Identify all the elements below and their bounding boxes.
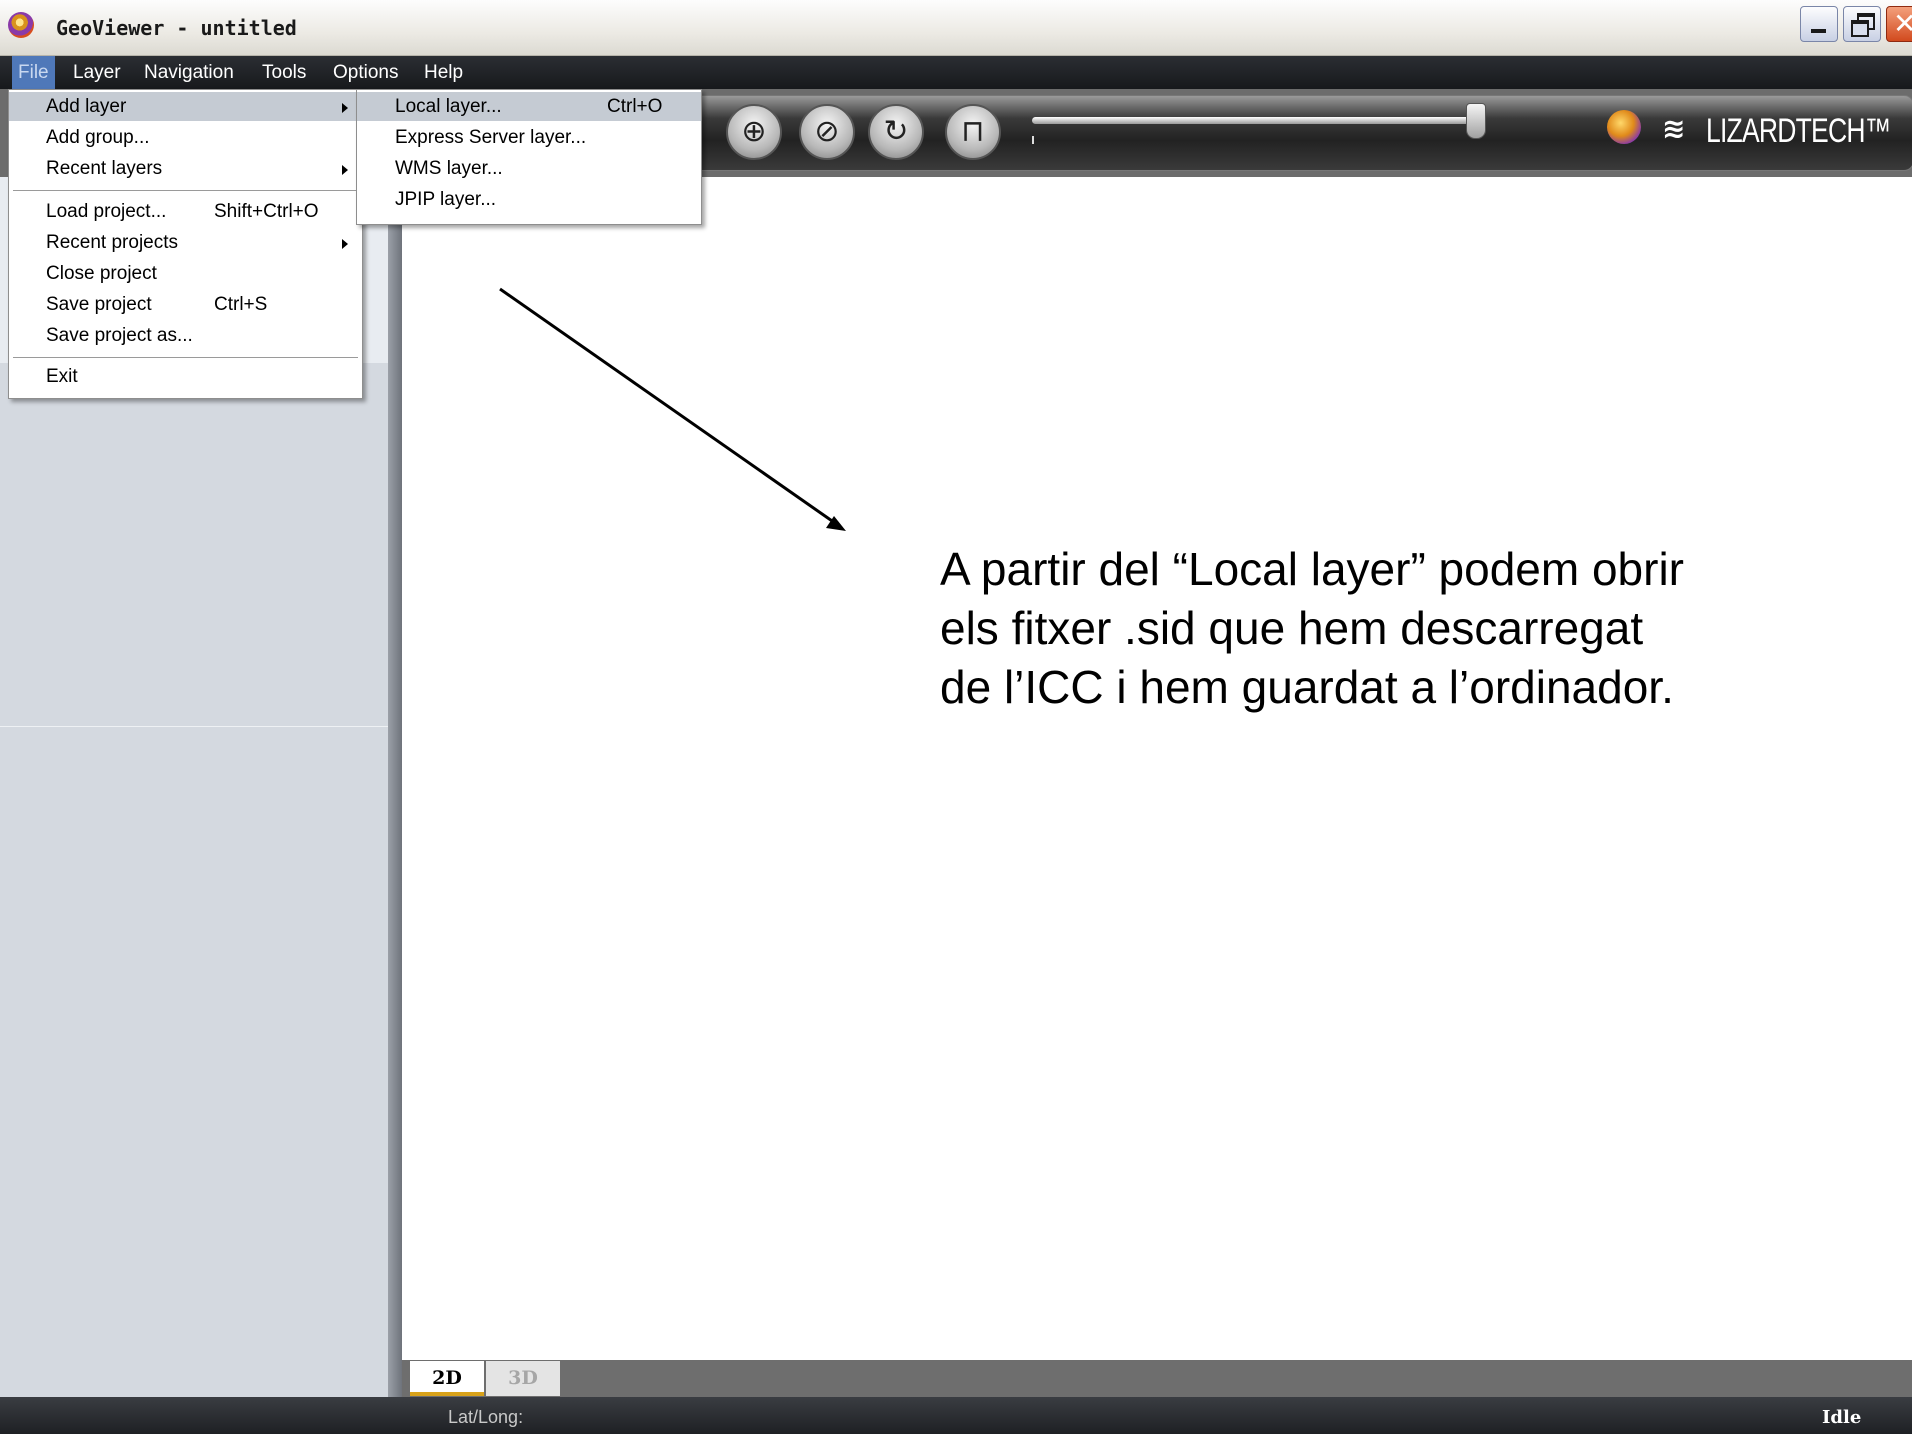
annotation-line: de l’ICC i hem guardat a l’ordinador. (940, 661, 1674, 713)
menu-item-label: Exit (46, 366, 78, 387)
annotation-text: A partir del “Local layer” podem obrir e… (940, 540, 1840, 717)
menu-item-label: Add group... (46, 127, 150, 148)
menu-item-shortcut: Ctrl+S (214, 294, 268, 315)
latlong-readout: Lat/Long: (448, 1407, 524, 1427)
menu-item-recent-projects[interactable]: Recent projects (9, 228, 362, 257)
menu-item-shortcut: Shift+Ctrl+O (214, 201, 319, 222)
annotation-line: A partir del “Local layer” podem obrir (940, 543, 1684, 595)
menu-item-add-group[interactable]: Add group... (9, 123, 362, 152)
menu-separator (13, 190, 358, 191)
menu-separator (13, 357, 358, 358)
menu-item-save-project-as[interactable]: Save project as... (9, 321, 362, 350)
file-menu: Add layer Add group... Recent layers Loa… (8, 89, 363, 399)
status-text: Idle (1822, 1407, 1862, 1428)
menu-item-shortcut: Ctrl+O (607, 96, 663, 117)
submenu-item-local-layer[interactable]: Local layer... Ctrl+O (357, 92, 701, 121)
menu-item-label: JPIP layer... (395, 189, 497, 210)
menu-item-save-project[interactable]: Save project Ctrl+S (9, 290, 362, 319)
menu-item-label: Local layer... (395, 96, 502, 117)
menu-item-close-project[interactable]: Close project (9, 259, 362, 288)
menu-item-add-layer[interactable]: Add layer (9, 92, 362, 121)
menu-item-recent-layers[interactable]: Recent layers (9, 154, 362, 183)
submenu-item-express-server-layer[interactable]: Express Server layer... (357, 123, 701, 152)
menu-item-exit[interactable]: Exit (9, 362, 362, 391)
status-bar (0, 1397, 1912, 1434)
submenu-item-jpip-layer[interactable]: JPIP layer... (357, 185, 701, 214)
menu-item-label: Recent projects (46, 232, 179, 253)
menu-item-label: Save project as... (46, 325, 193, 346)
tab-3d[interactable]: 3D (486, 1361, 560, 1396)
menu-item-label: Express Server layer... (395, 127, 587, 148)
submenu-item-wms-layer[interactable]: WMS layer... (357, 154, 701, 183)
submenu-arrow-icon (342, 239, 348, 249)
menu-item-load-project[interactable]: Load project... Shift+Ctrl+O (9, 197, 362, 226)
menu-item-label: Close project (46, 263, 157, 284)
view-tab-strip (402, 1360, 1912, 1397)
menu-item-label: Add layer (46, 96, 127, 117)
tab-2d[interactable]: 2D (410, 1361, 484, 1396)
menu-item-label: Recent layers (46, 158, 163, 179)
menu-item-label: Save project (46, 294, 152, 315)
menu-item-label: WMS layer... (395, 158, 503, 179)
annotation-line: els fitxer .sid que hem descarregat (940, 602, 1644, 654)
submenu-arrow-icon (342, 103, 348, 113)
menu-item-label: Load project... (46, 201, 167, 222)
submenu-arrow-icon (342, 165, 348, 175)
add-layer-submenu: Local layer... Ctrl+O Express Server lay… (356, 89, 702, 225)
